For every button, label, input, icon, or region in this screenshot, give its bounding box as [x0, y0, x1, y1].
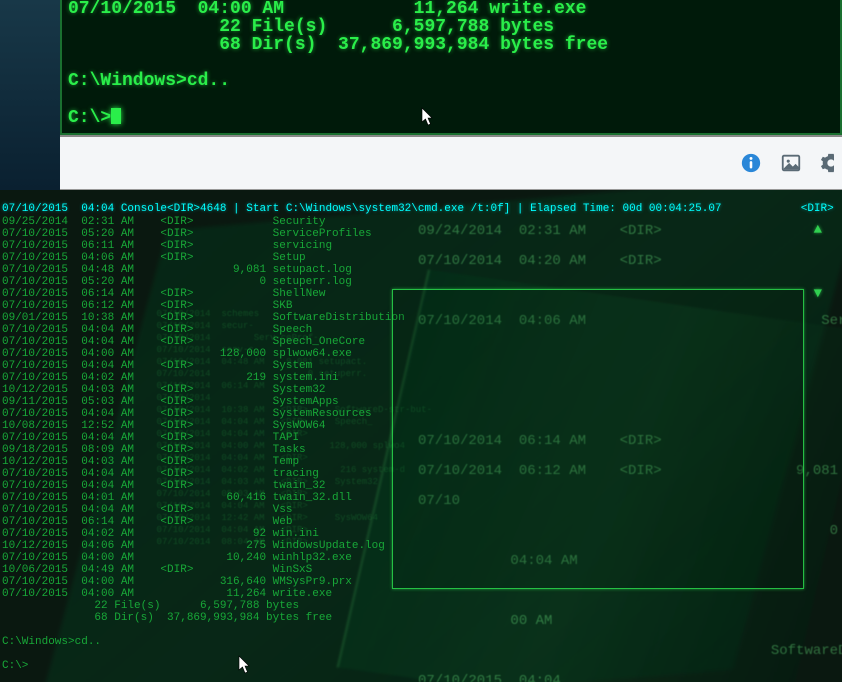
- background-terminal[interactable]: 09/25/2014 02:31 AM <DIR> Security 07/10…: [0, 216, 842, 682]
- toolbar: [60, 135, 842, 190]
- gear-icon[interactable]: [820, 152, 834, 174]
- terminal-line: 68 Dir(s) 37,869,993,984 bytes free: [68, 35, 608, 55]
- terminal-line: 22 File(s) 6,597,788 bytes: [68, 17, 554, 37]
- image-icon[interactable]: [780, 152, 802, 174]
- terminal-line: C:\Windows>cd..: [68, 71, 230, 91]
- scroll-up-icon[interactable]: ▲: [814, 222, 822, 238]
- info-icon[interactable]: [740, 152, 762, 174]
- left-sidebar: [0, 0, 60, 190]
- terminal-prompt[interactable]: C:\>: [68, 108, 121, 128]
- scroll-down-icon[interactable]: ▼: [814, 286, 822, 302]
- terminal-top-window[interactable]: 07/10/2015 04:00 AM 11,264 write.exe 22 …: [60, 0, 842, 135]
